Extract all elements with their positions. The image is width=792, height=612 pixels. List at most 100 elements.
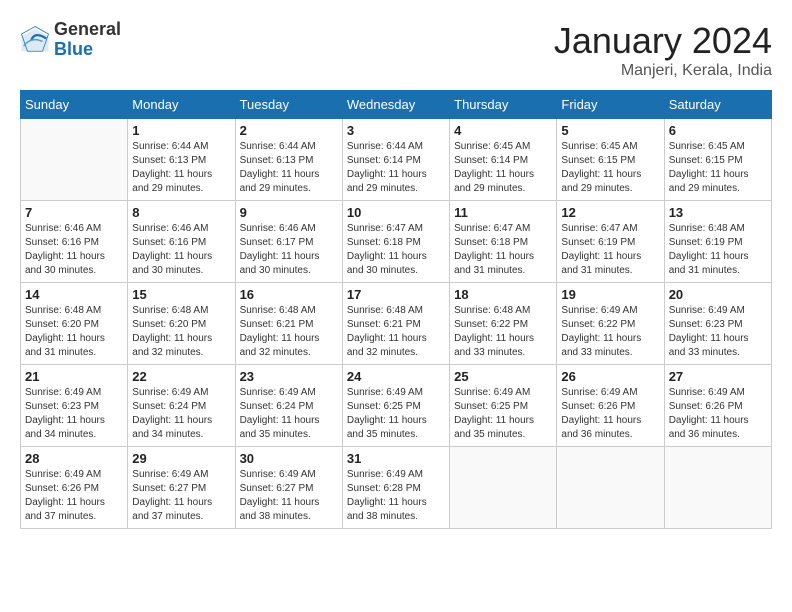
calendar-week-0: 1 Sunrise: 6:44 AMSunset: 6:13 PMDaylight…: [21, 119, 772, 201]
day-number: 14: [25, 287, 123, 302]
day-info: Sunrise: 6:49 AMSunset: 6:26 PMDaylight:…: [669, 386, 767, 442]
day-number: 26: [561, 369, 659, 384]
day-number: 30: [240, 451, 338, 466]
calendar-cell: 19Sunrise: 6:49 AMSunset: 6:22 PMDayligh…: [557, 283, 664, 365]
day-number: 9: [240, 205, 338, 220]
day-info: Sunrise: 6:48 AMSunset: 6:20 PMDaylight:…: [132, 304, 230, 360]
day-info: Sunrise: 6:45 AMSunset: 6:15 PMDaylight:…: [669, 140, 767, 196]
day-number: 13: [669, 205, 767, 220]
header-sunday: Sunday: [21, 91, 128, 119]
calendar-cell: 17 Sunrise: 6:48 AMSunset: 6:21 PMDayligh…: [342, 283, 449, 365]
calendar-cell: 11Sunrise: 6:47 AMSunset: 6:18 PMDayligh…: [450, 201, 557, 283]
header-tuesday: Tuesday: [235, 91, 342, 119]
day-number: 4: [454, 123, 552, 138]
day-info: Sunrise: 6:49 AMSunset: 6:27 PMDaylight:…: [132, 468, 230, 524]
calendar-cell: 20 Sunrise: 6:49 AMSunset: 6:23 PMDayligh…: [664, 283, 771, 365]
day-number: 22: [132, 369, 230, 384]
day-number: 21: [25, 369, 123, 384]
day-number: 28: [25, 451, 123, 466]
calendar-cell: 7 Sunrise: 6:46 AMSunset: 6:16 PMDaylight…: [21, 201, 128, 283]
header-friday: Friday: [557, 91, 664, 119]
day-number: 16: [240, 287, 338, 302]
calendar-cell: 8 Sunrise: 6:46 AMSunset: 6:16 PMDaylight…: [128, 201, 235, 283]
day-number: 23: [240, 369, 338, 384]
calendar-cell: 13 Sunrise: 6:48 AMSunset: 6:19 PMDayligh…: [664, 201, 771, 283]
calendar-cell: 1Sunrise: 6:44 AMSunset: 6:13 PMDaylight…: [128, 119, 235, 201]
day-number: 2: [240, 123, 338, 138]
day-info: Sunrise: 6:49 AMSunset: 6:24 PMDaylight:…: [132, 386, 230, 442]
calendar-cell: 2 Sunrise: 6:44 AMSunset: 6:13 PMDaylight…: [235, 119, 342, 201]
day-number: 12: [561, 205, 659, 220]
day-number: 31: [347, 451, 445, 466]
day-number: 3: [347, 123, 445, 138]
calendar-week-1: 7 Sunrise: 6:46 AMSunset: 6:16 PMDaylight…: [21, 201, 772, 283]
calendar-table: SundayMondayTuesdayWednesdayThursdayFrid…: [20, 90, 772, 529]
header-saturday: Saturday: [664, 91, 771, 119]
calendar-cell: 25Sunrise: 6:49 AMSunset: 6:25 PMDayligh…: [450, 365, 557, 447]
calendar-cell: 30 Sunrise: 6:49 AMSunset: 6:27 PMDayligh…: [235, 447, 342, 529]
day-number: 15: [132, 287, 230, 302]
day-number: 24: [347, 369, 445, 384]
calendar-cell: 14Sunrise: 6:48 AMSunset: 6:20 PMDayligh…: [21, 283, 128, 365]
calendar-cell: 3 Sunrise: 6:44 AMSunset: 6:14 PMDaylight…: [342, 119, 449, 201]
calendar-cell: 23 Sunrise: 6:49 AMSunset: 6:24 PMDayligh…: [235, 365, 342, 447]
day-info: Sunrise: 6:44 AMSunset: 6:14 PMDaylight:…: [347, 140, 445, 196]
day-info: Sunrise: 6:46 AMSunset: 6:16 PMDaylight:…: [25, 222, 123, 278]
day-number: 27: [669, 369, 767, 384]
day-number: 7: [25, 205, 123, 220]
day-number: 8: [132, 205, 230, 220]
day-info: Sunrise: 6:49 AMSunset: 6:23 PMDaylight:…: [669, 304, 767, 360]
calendar-cell: 18 Sunrise: 6:48 AMSunset: 6:22 PMDayligh…: [450, 283, 557, 365]
calendar-cell: [664, 447, 771, 529]
calendar-week-3: 21Sunrise: 6:49 AMSunset: 6:23 PMDayligh…: [21, 365, 772, 447]
day-info: Sunrise: 6:45 AMSunset: 6:14 PMDaylight:…: [454, 140, 552, 196]
day-number: 5: [561, 123, 659, 138]
calendar-week-4: 28 Sunrise: 6:49 AMSunset: 6:26 PMDayligh…: [21, 447, 772, 529]
logo-blue: Blue: [54, 40, 121, 60]
day-number: 6: [669, 123, 767, 138]
calendar-cell: [21, 119, 128, 201]
day-info: Sunrise: 6:46 AMSunset: 6:17 PMDaylight:…: [240, 222, 338, 278]
month-title: January 2024: [554, 20, 772, 62]
calendar-cell: 27 Sunrise: 6:49 AMSunset: 6:26 PMDayligh…: [664, 365, 771, 447]
calendar-cell: 10 Sunrise: 6:47 AMSunset: 6:18 PMDayligh…: [342, 201, 449, 283]
day-info: Sunrise: 6:47 AMSunset: 6:18 PMDaylight:…: [454, 222, 552, 278]
day-number: 10: [347, 205, 445, 220]
day-info: Sunrise: 6:48 AMSunset: 6:21 PMDaylight:…: [240, 304, 338, 360]
calendar-cell: 24Sunrise: 6:49 AMSunset: 6:25 PMDayligh…: [342, 365, 449, 447]
calendar-cell: 29 Sunrise: 6:49 AMSunset: 6:27 PMDayligh…: [128, 447, 235, 529]
day-number: 20: [669, 287, 767, 302]
location: Manjeri, Kerala, India: [554, 62, 772, 80]
header-wednesday: Wednesday: [342, 91, 449, 119]
calendar-cell: 15 Sunrise: 6:48 AMSunset: 6:20 PMDayligh…: [128, 283, 235, 365]
logo-general: General: [54, 20, 121, 40]
day-number: 29: [132, 451, 230, 466]
calendar-cell: 12 Sunrise: 6:47 AMSunset: 6:19 PMDayligh…: [557, 201, 664, 283]
day-info: Sunrise: 6:48 AMSunset: 6:21 PMDaylight:…: [347, 304, 445, 360]
day-info: Sunrise: 6:49 AMSunset: 6:26 PMDaylight:…: [25, 468, 123, 524]
calendar-cell: 22 Sunrise: 6:49 AMSunset: 6:24 PMDayligh…: [128, 365, 235, 447]
day-number: 1: [132, 123, 230, 138]
day-info: Sunrise: 6:47 AMSunset: 6:19 PMDaylight:…: [561, 222, 659, 278]
day-number: 17: [347, 287, 445, 302]
day-info: Sunrise: 6:48 AMSunset: 6:19 PMDaylight:…: [669, 222, 767, 278]
page-header: General Blue January 2024 Manjeri, Keral…: [20, 20, 772, 80]
day-info: Sunrise: 6:47 AMSunset: 6:18 PMDaylight:…: [347, 222, 445, 278]
day-number: 18: [454, 287, 552, 302]
day-number: 19: [561, 287, 659, 302]
day-info: Sunrise: 6:46 AMSunset: 6:16 PMDaylight:…: [132, 222, 230, 278]
calendar-cell: 31Sunrise: 6:49 AMSunset: 6:28 PMDayligh…: [342, 447, 449, 529]
day-info: Sunrise: 6:49 AMSunset: 6:27 PMDaylight:…: [240, 468, 338, 524]
day-info: Sunrise: 6:48 AMSunset: 6:22 PMDaylight:…: [454, 304, 552, 360]
day-info: Sunrise: 6:44 AMSunset: 6:13 PMDaylight:…: [240, 140, 338, 196]
calendar-body: 1 Sunrise: 6:44 AMSunset: 6:13 PMDaylight…: [21, 119, 772, 529]
day-number: 25: [454, 369, 552, 384]
calendar-cell: [557, 447, 664, 529]
calendar-cell: 28 Sunrise: 6:49 AMSunset: 6:26 PMDayligh…: [21, 447, 128, 529]
calendar-cell: [450, 447, 557, 529]
calendar-cell: 9 Sunrise: 6:46 AMSunset: 6:17 PMDaylight…: [235, 201, 342, 283]
calendar-cell: 5Sunrise: 6:45 AMSunset: 6:15 PMDaylight…: [557, 119, 664, 201]
calendar-cell: 6 Sunrise: 6:45 AMSunset: 6:15 PMDaylight…: [664, 119, 771, 201]
day-info: Sunrise: 6:49 AMSunset: 6:24 PMDaylight:…: [240, 386, 338, 442]
calendar-week-2: 14 Sunrise: 6:48 AMSunset: 6:20 PMDayligh…: [21, 283, 772, 365]
